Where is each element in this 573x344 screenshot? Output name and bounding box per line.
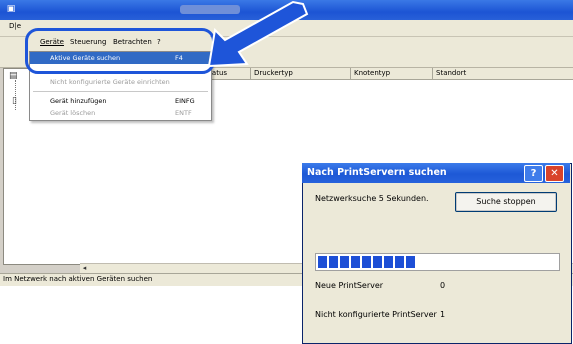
progress-segment <box>362 256 371 268</box>
stop-search-button[interactable]: Suche stoppen <box>455 192 557 212</box>
search-progress-bar <box>315 253 560 271</box>
pointer-arrow-shape <box>207 0 309 68</box>
dialog-title: Nach PrintServern suchen <box>307 167 447 178</box>
menu-peek[interactable]: D|e <box>9 22 21 30</box>
menu-item-setup-unconfigured[interactable]: Nicht konfigurierte Geräte einrichten <box>30 76 211 88</box>
status-text: Im Netzwerk nach aktiven Geräten suchen <box>3 275 153 283</box>
search-duration-text: Netzwerksuche 5 Sekunden. <box>315 194 429 203</box>
menu-item-add-device[interactable]: Gerät hinzufügen EINFG <box>30 95 211 107</box>
menu-item-shortcut: ENTF <box>175 109 192 117</box>
menu-item-label: Gerät löschen <box>50 109 96 117</box>
menu-separator <box>33 91 208 92</box>
help-icon[interactable]: ? <box>524 165 543 182</box>
progress-segment <box>384 256 393 268</box>
tree-node-icon[interactable]: ▯ <box>12 96 17 106</box>
close-icon[interactable]: ✕ <box>545 165 564 182</box>
unconfigured-printservers-value: 1 <box>440 310 446 319</box>
progress-segment <box>340 256 349 268</box>
menu-item-label: Nicht konfigurierte Geräte einrichten <box>50 78 170 86</box>
highlight-ring <box>25 28 215 74</box>
app-icon: ▣ <box>6 4 16 14</box>
progress-segment <box>406 256 415 268</box>
progress-segment <box>329 256 338 268</box>
menu-item-label: Gerät hinzufügen <box>50 97 107 105</box>
menu-item-delete-device[interactable]: Gerät löschen ENTF <box>30 107 211 119</box>
pointer-arrow <box>207 0 309 68</box>
unconfigured-printservers-label: Nicht konfigurierte PrintServer <box>315 310 437 319</box>
progress-segment <box>318 256 327 268</box>
new-printservers-value: 0 <box>440 281 446 290</box>
new-printservers-label: Neue PrintServer <box>315 281 384 290</box>
menu-item-shortcut: EINFG <box>175 97 195 105</box>
column-header-location[interactable]: Standort <box>433 68 572 79</box>
progress-segment <box>373 256 382 268</box>
column-header-node-type[interactable]: Knotentyp <box>351 68 433 79</box>
scroll-left-arrow-icon[interactable]: ◂ <box>80 264 89 273</box>
progress-segment <box>395 256 404 268</box>
progress-segment <box>351 256 360 268</box>
